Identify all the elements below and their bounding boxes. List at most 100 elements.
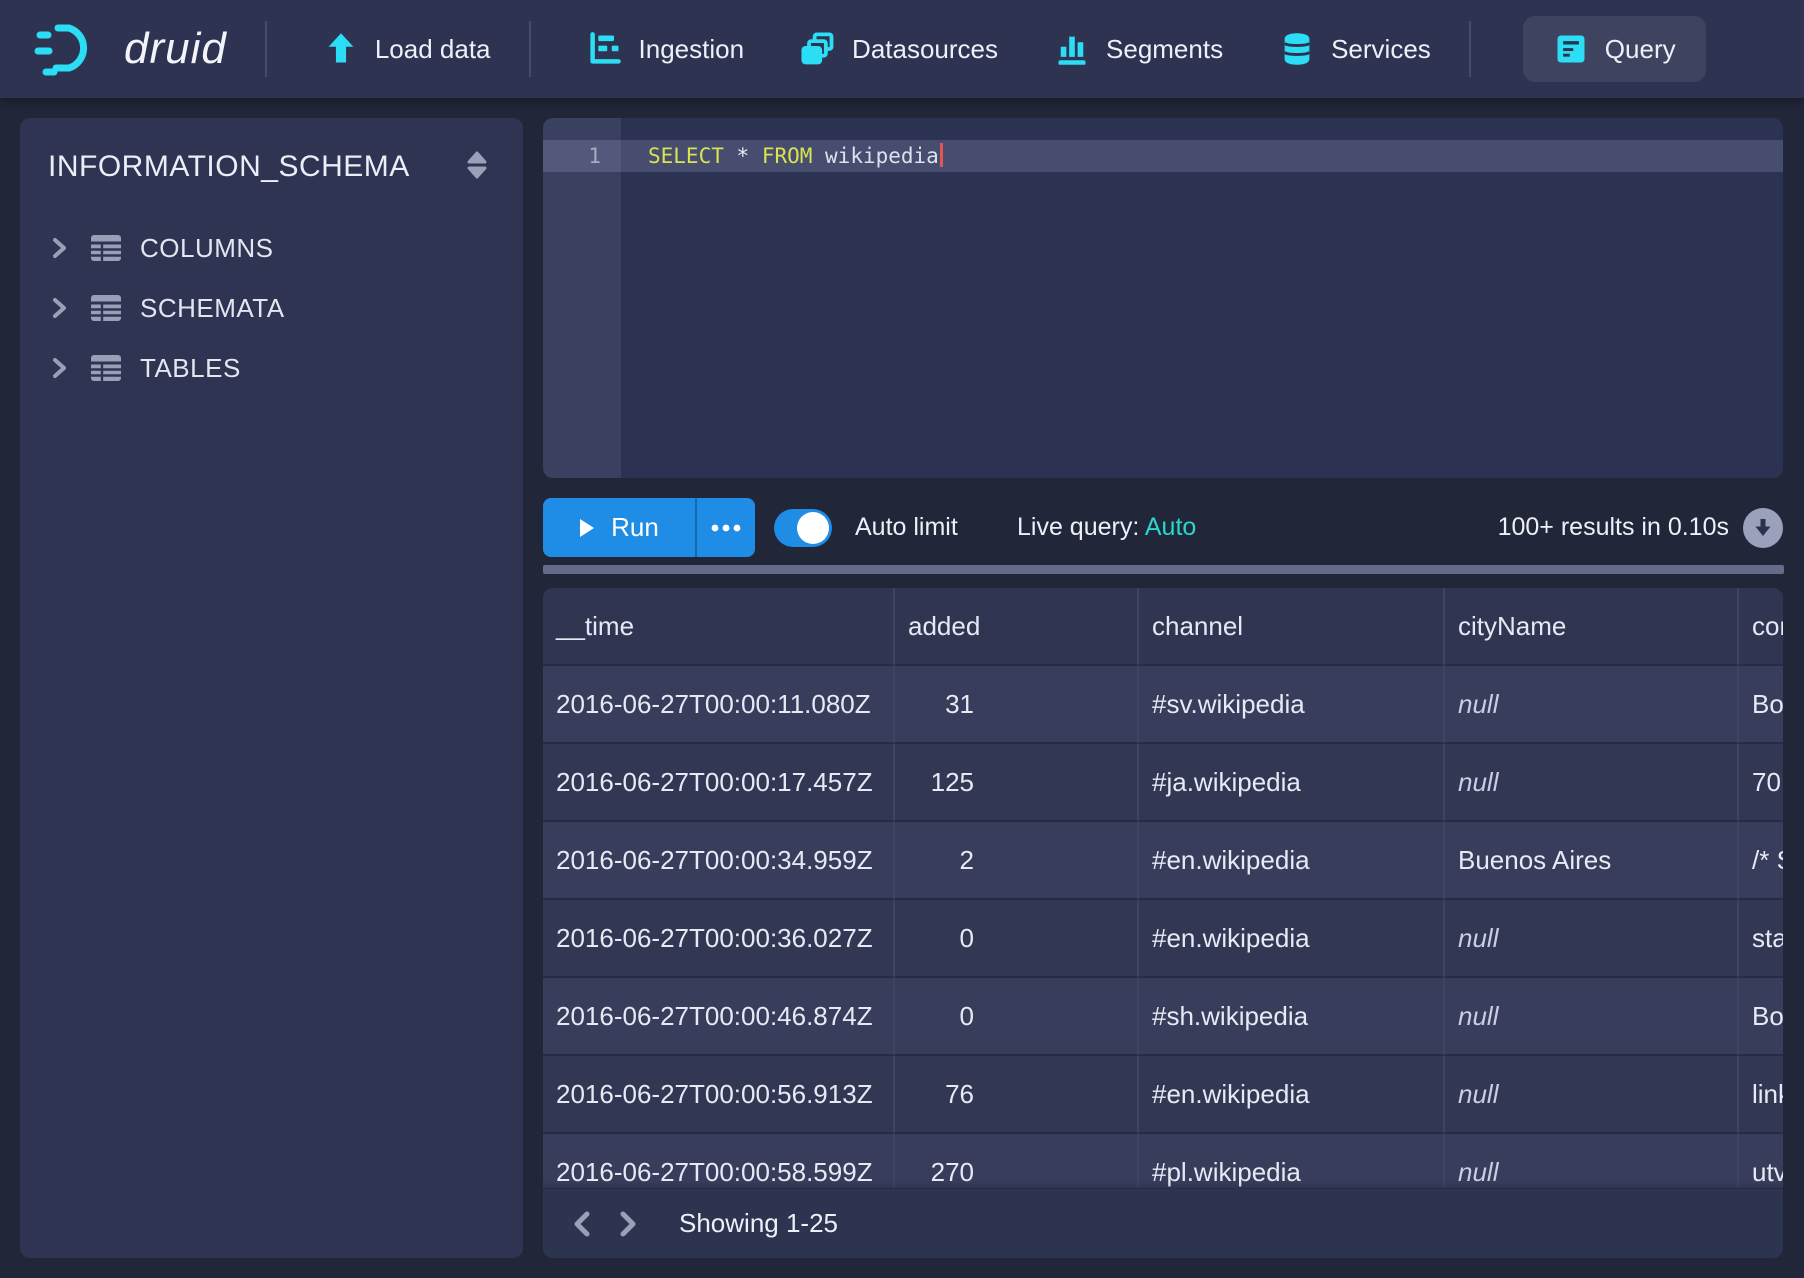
table-cell[interactable]: 125 [895,744,1139,822]
schema-title: INFORMATION_SCHEMA [48,150,495,184]
sql-query-text[interactable]: SELECT * FROM wikipedia [648,140,943,172]
druid-logo[interactable]: druid [34,20,227,78]
table-cell[interactable]: 0 [895,900,1139,978]
tree-item-columns[interactable]: COLUMNS [20,218,523,278]
chevron-right-icon[interactable] [48,356,70,380]
column-header-__time[interactable]: __time [543,588,895,666]
table-cell[interactable]: null [1445,978,1739,1056]
sql-keyword: FROM [762,144,813,168]
column-header-channel[interactable]: channel [1139,588,1445,666]
table-cell[interactable]: #sv.wikipedia [1139,666,1445,744]
table-cell[interactable]: Bot [1739,666,1783,744]
sql-star: * [737,144,762,168]
table-icon [90,354,122,382]
previous-page-button[interactable] [559,1201,605,1247]
table-cell[interactable]: Bot [1739,978,1783,1056]
console-window-icon [1553,31,1589,67]
table-cell[interactable]: /* Se [1739,822,1783,900]
live-query-label: Live query: [1017,513,1139,541]
tree-item-label: COLUMNS [140,233,274,264]
table-row: 2016-06-27T00:00:46.874Z0#sh.wikipedianu… [543,978,1783,1056]
table-cell[interactable]: #sh.wikipedia [1139,978,1445,1056]
table-cell[interactable]: null [1445,666,1739,744]
table-cell[interactable]: null [1445,1056,1739,1134]
stacked-squares-icon [800,31,836,67]
table-cell[interactable]: 2016-06-27T00:00:17.457Z [543,744,895,822]
brand-wordmark: druid [124,24,227,74]
table-cell[interactable]: 76 [895,1056,1139,1134]
results-rows: 2016-06-27T00:00:11.080Z31#sv.wikipedian… [543,666,1783,1212]
schema-tree: COLUMNS SCHEMATA [20,218,523,398]
toggle-knob [797,512,829,544]
nav-label: Query [1605,34,1676,65]
table-cell[interactable]: 2016-06-27T00:00:36.027Z [543,900,895,978]
nav-item-services[interactable]: Services [1279,31,1431,67]
nav-label: Datasources [852,34,998,65]
nav-label: Ingestion [639,34,745,65]
nav-label: Load data [375,34,491,65]
table-cell[interactable]: 2016-06-27T00:00:56.913Z [543,1056,895,1134]
run-button-group: Run [543,498,755,557]
run-button[interactable]: Run [543,498,695,557]
table-row: 2016-06-27T00:00:17.457Z125#ja.wikipedia… [543,744,1783,822]
column-header-cityName[interactable]: cityName [1445,588,1739,666]
table-cell[interactable]: 2 [895,822,1139,900]
nav-item-ingestion[interactable]: Ingestion [587,31,745,67]
tree-item-tables[interactable]: TABLES [20,338,523,398]
nav-item-query-active[interactable]: Query [1523,16,1706,82]
database-icon [1279,31,1315,67]
upload-arrow-icon [323,31,359,67]
table-cell[interactable]: 2016-06-27T00:00:46.874Z [543,978,895,1056]
column-header-comment[interactable]: comment [1739,588,1783,666]
table-cell[interactable]: #en.wikipedia [1139,822,1445,900]
auto-limit-toggle[interactable] [774,509,832,547]
bar-chart-icon [1054,31,1090,67]
nav-item-segments[interactable]: Segments [1054,31,1223,67]
table-cell[interactable]: stat [1739,900,1783,978]
line-number: 1 [543,140,621,172]
next-page-button[interactable] [605,1201,651,1247]
table-cell[interactable]: 70: [1739,744,1783,822]
table-icon [90,294,122,322]
nav-divider [1469,21,1471,77]
editor-results-resize-handle[interactable] [543,565,1784,574]
column-header-added[interactable]: added [895,588,1139,666]
table-cell[interactable]: null [1445,744,1739,822]
table-cell[interactable]: Buenos Aires [1445,822,1739,900]
editor-gutter [543,118,621,478]
tree-item-schemata[interactable]: SCHEMATA [20,278,523,338]
sql-editor[interactable]: 1 SELECT * FROM wikipedia [543,118,1783,478]
live-query-value[interactable]: Auto [1145,513,1196,541]
text-cursor [940,143,943,167]
table-row: 2016-06-27T00:00:11.080Z31#sv.wikipedian… [543,666,1783,744]
table-cell[interactable]: #ja.wikipedia [1139,744,1445,822]
nav-item-load-data[interactable]: Load data [323,31,491,67]
run-options-button[interactable] [695,498,755,557]
results-pagination-footer: Showing 1-25 [543,1188,1783,1258]
query-results-panel: __timeaddedchannelcityNamecomment 2016-0… [543,588,1783,1258]
gantt-chart-icon [587,31,623,67]
nav-label: Services [1331,34,1431,65]
download-results-button[interactable] [1743,508,1783,548]
auto-limit-label[interactable]: Auto limit [855,498,958,557]
sql-identifier: wikipedia [812,144,938,168]
table-cell[interactable]: 0 [895,978,1139,1056]
download-arrow-icon [1751,516,1775,540]
table-cell[interactable]: #en.wikipedia [1139,1056,1445,1134]
table-cell[interactable]: 2016-06-27T00:00:11.080Z [543,666,895,744]
chevron-right-icon [615,1209,641,1239]
showing-range-label: Showing 1-25 [679,1208,838,1239]
table-cell[interactable]: #en.wikipedia [1139,900,1445,978]
table-row: 2016-06-27T00:00:34.959Z2#en.wikipediaBu… [543,822,1783,900]
results-header-row: __timeaddedchannelcityNamecomment [543,588,1783,666]
nav-label: Segments [1106,34,1223,65]
table-cell[interactable]: link [1739,1056,1783,1134]
chevron-right-icon[interactable] [48,236,70,260]
table-cell[interactable]: 31 [895,666,1139,744]
table-cell[interactable]: 2016-06-27T00:00:34.959Z [543,822,895,900]
tree-item-label: SCHEMATA [140,293,285,324]
nav-item-datasources[interactable]: Datasources [800,31,998,67]
table-cell[interactable]: null [1445,900,1739,978]
chevron-right-icon[interactable] [48,296,70,320]
double-caret-sort-icon[interactable] [463,150,491,185]
